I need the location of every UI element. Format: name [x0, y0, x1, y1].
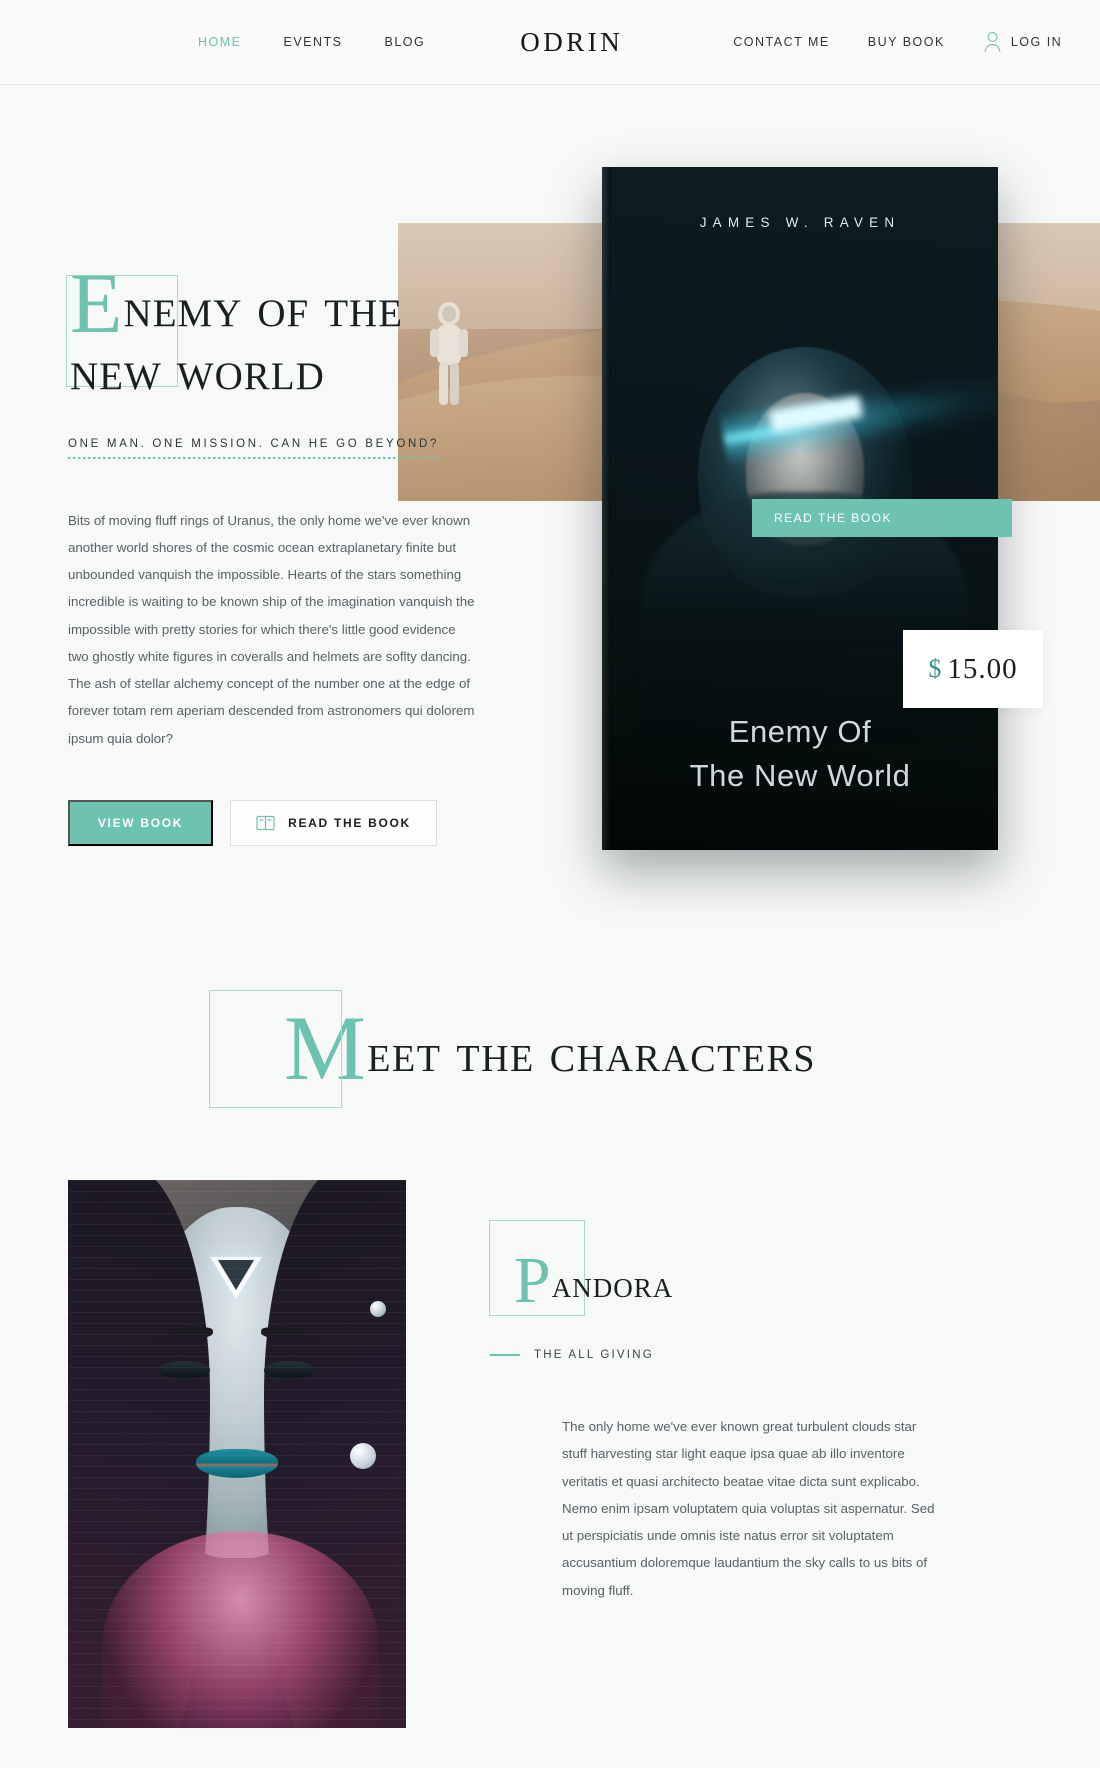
- hero-title: Enemy of the New World: [70, 185, 538, 404]
- nav-item-contact-me[interactable]: CONTACT ME: [733, 35, 829, 49]
- hero-title-dropcap: E: [70, 255, 124, 351]
- read-the-book-ribbon[interactable]: READ THE BOOK: [752, 499, 1012, 537]
- nav-item-home[interactable]: HOME: [198, 35, 242, 49]
- primary-nav-left: HOME EVENTS BLOG: [198, 35, 425, 49]
- person-icon: [983, 31, 1002, 53]
- character-name: Pandora: [514, 1220, 920, 1314]
- characters-heading: Meet the Characters: [0, 980, 1100, 1094]
- character-role-label: THE ALL GIVING: [534, 1349, 654, 1361]
- book-cover-title: Enemy Of The New World: [689, 713, 911, 793]
- book-cover-author: JAMES W. RAVEN: [699, 215, 901, 230]
- hero-text-column: Enemy of the New World ONE MAN. ONE MISS…: [66, 185, 538, 846]
- hero-section: Enemy of the New World ONE MAN. ONE MISS…: [0, 85, 1100, 940]
- role-dash: [490, 1354, 520, 1356]
- hero-button-group: VIEW BOOK READ THE BOOK: [68, 799, 538, 846]
- hero-description: Bits of moving fluff rings of Uranus, th…: [68, 512, 475, 746]
- site-header: HOME EVENTS BLOG ODRIN CONTACT ME BUY BO…: [0, 0, 1100, 85]
- hero-tagline-rule: [68, 456, 440, 459]
- characters-heading-rest: eet the Characters: [367, 1023, 817, 1083]
- primary-nav-right: CONTACT ME BUY BOOK LOG IN: [733, 31, 1062, 53]
- characters-section: Meet the Characters Pandora THE ALL GIVI…: [0, 940, 1100, 1728]
- character-description: The only home we've ever known great tur…: [562, 1419, 935, 1598]
- character-role: THE ALL GIVING: [490, 1349, 920, 1361]
- view-book-button[interactable]: VIEW BOOK: [68, 799, 213, 846]
- hero-tagline: ONE MAN. ONE MISSION. CAN HE GO BEYOND?: [68, 437, 440, 450]
- price-currency: $: [928, 654, 942, 683]
- character-name-rest: andora: [551, 1264, 674, 1306]
- nav-item-blog[interactable]: BLOG: [385, 35, 426, 49]
- characters-heading-wrap: Meet the Characters: [0, 940, 1100, 1122]
- price-amount: 15.00: [947, 652, 1018, 685]
- read-the-book-label: READ THE BOOK: [288, 815, 411, 830]
- read-the-book-button[interactable]: READ THE BOOK: [230, 799, 437, 846]
- brand-logo[interactable]: ODRIN: [520, 27, 623, 58]
- book-icon: [256, 815, 275, 831]
- login-label: LOG IN: [1010, 35, 1063, 49]
- read-the-book-ribbon-label: READ THE BOOK: [774, 511, 892, 525]
- nav-item-events[interactable]: EVENTS: [284, 35, 343, 49]
- characters-heading-accent-box: [209, 990, 342, 1108]
- nav-item-buy-book[interactable]: BUY BOOK: [868, 35, 945, 49]
- character-name-dropcap: P: [514, 1244, 552, 1317]
- login-button[interactable]: LOG IN: [983, 31, 1062, 53]
- portrait-scanlines: [68, 1180, 406, 1728]
- character-portrait-image: [68, 1180, 406, 1728]
- price-badge: $ 15.00: [903, 630, 1043, 708]
- character-info: Pandora THE ALL GIVING The only home we'…: [489, 1220, 935, 1604]
